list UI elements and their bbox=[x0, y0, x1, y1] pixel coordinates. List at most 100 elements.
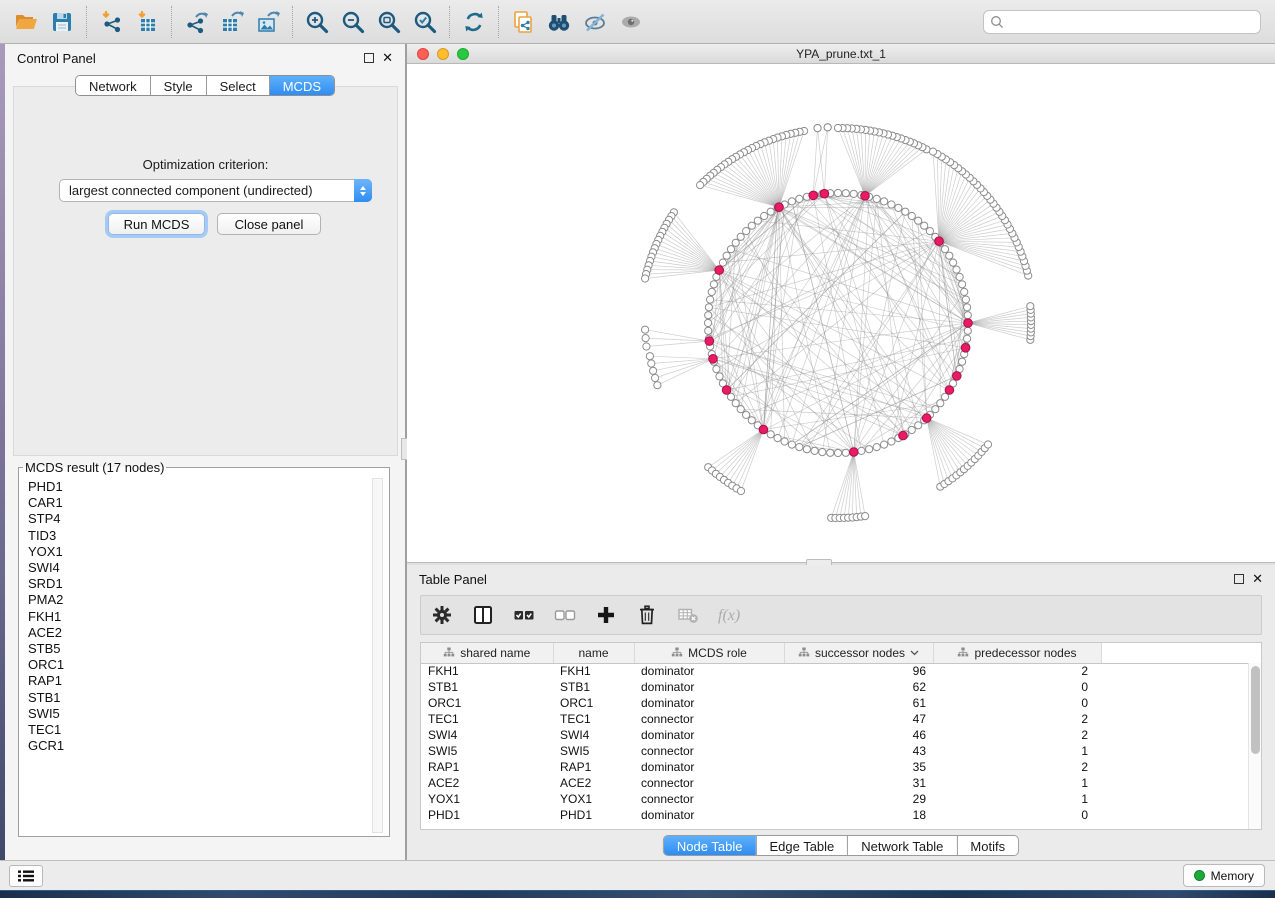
table-cell[interactable]: ORC1 bbox=[553, 695, 634, 711]
show-columns-button[interactable] bbox=[470, 602, 496, 628]
network-node[interactable] bbox=[774, 435, 781, 442]
table-cell[interactable]: YOX1 bbox=[553, 791, 634, 807]
network-node[interactable] bbox=[819, 449, 826, 456]
table-cell[interactable]: FKH1 bbox=[553, 663, 634, 679]
network-node[interactable] bbox=[895, 204, 902, 211]
table-cell[interactable]: dominator bbox=[634, 807, 784, 823]
mcds-node-item[interactable]: STP4 bbox=[28, 511, 389, 527]
search-binoculars-button[interactable] bbox=[541, 4, 577, 40]
network-node[interactable] bbox=[842, 449, 849, 456]
network-node[interactable] bbox=[834, 124, 841, 131]
network-node[interactable] bbox=[737, 406, 744, 413]
table-row[interactable]: ACE2ACE2connector311 bbox=[421, 775, 1251, 791]
table-cell[interactable]: ACE2 bbox=[553, 775, 634, 791]
tab-select[interactable]: Select bbox=[206, 76, 269, 95]
network-node[interactable] bbox=[964, 304, 971, 311]
network-node[interactable] bbox=[710, 281, 717, 288]
table-settings-button[interactable] bbox=[429, 602, 455, 628]
network-node[interactable] bbox=[643, 343, 650, 350]
mcds-hub-node[interactable] bbox=[709, 355, 718, 364]
table-row[interactable]: YOX1YOX1connector291 bbox=[421, 791, 1251, 807]
import-network-button[interactable] bbox=[93, 4, 129, 40]
add-column-button[interactable] bbox=[593, 602, 619, 628]
network-node[interactable] bbox=[1027, 303, 1034, 310]
table-cell[interactable]: dominator bbox=[634, 695, 784, 711]
table-row[interactable]: SWI4SWI4dominator462 bbox=[421, 727, 1251, 743]
network-node[interactable] bbox=[908, 426, 915, 433]
network-node[interactable] bbox=[862, 513, 869, 520]
table-cell[interactable]: dominator bbox=[634, 663, 784, 679]
table-cell[interactable]: SWI5 bbox=[421, 743, 553, 759]
network-node[interactable] bbox=[796, 195, 803, 202]
tab-mcds[interactable]: MCDS bbox=[269, 76, 334, 95]
network-node[interactable] bbox=[984, 441, 991, 448]
table-cell[interactable]: 1 bbox=[933, 775, 1101, 791]
mcds-node-item[interactable]: PHD1 bbox=[28, 479, 389, 495]
mcds-node-item[interactable]: FKH1 bbox=[28, 609, 389, 625]
column-header-MCDS-role[interactable]: MCDS role bbox=[634, 643, 784, 663]
network-node[interactable] bbox=[743, 228, 750, 235]
tab-style[interactable]: Style bbox=[150, 76, 206, 95]
mcds-hub-node[interactable] bbox=[775, 203, 784, 212]
table-cell[interactable]: SWI5 bbox=[553, 743, 634, 759]
network-node[interactable] bbox=[888, 201, 895, 208]
network-node[interactable] bbox=[921, 222, 928, 229]
network-node[interactable] bbox=[732, 239, 739, 246]
network-node[interactable] bbox=[915, 422, 922, 429]
network-node[interactable] bbox=[646, 353, 653, 360]
table-cell[interactable]: SWI4 bbox=[553, 727, 634, 743]
table-cell[interactable]: FKH1 bbox=[421, 663, 553, 679]
table-cell[interactable]: ACE2 bbox=[421, 775, 553, 791]
network-node[interactable] bbox=[950, 259, 957, 266]
network-node[interactable] bbox=[866, 446, 873, 453]
network-node[interactable] bbox=[850, 190, 857, 197]
table-row[interactable]: ORC1ORC1dominator610 bbox=[421, 695, 1251, 711]
mcds-hub-node[interactable] bbox=[705, 337, 714, 346]
mcds-hub-node[interactable] bbox=[759, 425, 768, 434]
table-cell[interactable]: connector bbox=[634, 711, 784, 727]
network-node[interactable] bbox=[737, 233, 744, 240]
mcds-hub-node[interactable] bbox=[722, 386, 731, 395]
network-node[interactable] bbox=[648, 360, 655, 367]
table-scrollbar[interactable] bbox=[1248, 663, 1261, 829]
network-node[interactable] bbox=[727, 246, 734, 253]
close-panel-icon[interactable]: ✕ bbox=[1252, 574, 1263, 584]
table-cell[interactable]: 29 bbox=[784, 791, 933, 807]
network-node[interactable] bbox=[908, 212, 915, 219]
task-history-button[interactable] bbox=[9, 865, 43, 887]
mcds-node-item[interactable]: STB5 bbox=[28, 641, 389, 657]
export-table-button[interactable] bbox=[214, 4, 250, 40]
mcds-hub-node[interactable] bbox=[715, 266, 724, 275]
close-panel-icon[interactable]: ✕ bbox=[382, 53, 393, 63]
mcds-hub-node[interactable] bbox=[922, 414, 931, 423]
table-cell[interactable]: PHD1 bbox=[553, 807, 634, 823]
network-node[interactable] bbox=[732, 400, 739, 407]
table-cell[interactable]: 18 bbox=[784, 807, 933, 823]
table-cell[interactable]: PHD1 bbox=[421, 807, 553, 823]
run-mcds-button[interactable]: Run MCDS bbox=[108, 213, 205, 235]
network-node[interactable] bbox=[788, 441, 795, 448]
network-node[interactable] bbox=[953, 266, 960, 273]
network-node[interactable] bbox=[926, 228, 933, 235]
table-row[interactable]: STB1STB1dominator620 bbox=[421, 679, 1251, 695]
network-node[interactable] bbox=[761, 212, 768, 219]
network-node[interactable] bbox=[834, 449, 841, 456]
network-node[interactable] bbox=[873, 195, 880, 202]
mcds-hub-node[interactable] bbox=[945, 386, 954, 395]
table-cell[interactable]: dominator bbox=[634, 679, 784, 695]
table-row[interactable]: RAP1RAP1dominator352 bbox=[421, 759, 1251, 775]
scrollbar-thumb[interactable] bbox=[1251, 666, 1260, 754]
network-node[interactable] bbox=[754, 217, 761, 224]
table-cell[interactable]: connector bbox=[634, 775, 784, 791]
mcds-node-item[interactable]: RAP1 bbox=[28, 673, 389, 689]
refresh-view-button[interactable] bbox=[456, 4, 492, 40]
mcds-node-item[interactable]: SRD1 bbox=[28, 576, 389, 592]
table-cell[interactable]: connector bbox=[634, 791, 784, 807]
network-node[interactable] bbox=[748, 417, 755, 424]
table-cell[interactable]: 2 bbox=[933, 711, 1101, 727]
mcds-hub-node[interactable] bbox=[961, 344, 970, 353]
table-cell[interactable]: 1 bbox=[933, 743, 1101, 759]
network-node[interactable] bbox=[707, 296, 714, 303]
table-cell[interactable]: RAP1 bbox=[553, 759, 634, 775]
table-cell[interactable]: 35 bbox=[784, 759, 933, 775]
